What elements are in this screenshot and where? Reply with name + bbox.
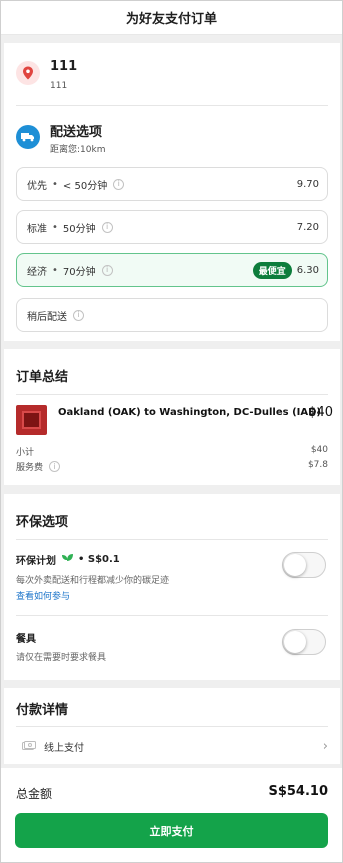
item-price: $40 (308, 405, 333, 420)
option-separator: • (52, 264, 58, 276)
cheapest-badge: 最便宜 (252, 261, 292, 279)
leaf-icon (62, 553, 73, 561)
divider (16, 539, 328, 540)
info-icon[interactable]: i (101, 264, 113, 276)
address-subtitle: 111 (50, 81, 68, 91)
delivery-option-standard[interactable]: 标准 • 50分钟 i 7.20 (16, 210, 328, 244)
info-icon[interactable]: i (101, 221, 113, 233)
pay-now-button[interactable]: 立即支付 (15, 813, 328, 848)
address-title: 111 (50, 59, 78, 74)
eco-plan-name: 环保计划 (16, 556, 56, 567)
divider (16, 394, 328, 395)
option-time: < 50分钟 (62, 180, 108, 192)
item-thumbnail (16, 405, 47, 435)
address-delivery-card: 111 111 配送选项 距离您:10km 优先 • < 50分钟 i 9.70… (4, 43, 340, 341)
divider (16, 726, 328, 727)
eco-plan-description: 每次外卖配送和行程都减少你的碳足迹 (16, 576, 170, 586)
delivery-option-later[interactable]: 稍后配送 i (16, 298, 328, 332)
cash-icon (22, 741, 36, 750)
tableware-description: 请仅在需要时要求餐具 (16, 653, 107, 663)
option-separator: • (52, 221, 58, 233)
service-fee-label-text: 服务费 (16, 463, 44, 473)
eco-plan-row: 环保计划 • S$0.1 (16, 552, 120, 567)
payment-method-label: 线上支付 (44, 742, 84, 754)
option-name: 优先 (27, 180, 47, 192)
option-price: 9.70 (296, 178, 319, 190)
order-summary-card: 订单总结 Oakland (OAK) to Washington, DC-Dul… (4, 349, 340, 485)
eco-plan-price: • S$0.1 (78, 554, 120, 565)
option-name: 标准 (27, 223, 47, 235)
tableware-name: 餐具 (16, 634, 36, 645)
divider (16, 105, 328, 106)
info-icon[interactable]: i (113, 178, 125, 190)
subtotal-label-text: 小计 (16, 448, 35, 458)
option-name: 稍后配送 (27, 311, 67, 323)
subtotal-label: 小计 (16, 445, 34, 458)
info-icon[interactable]: i (73, 309, 84, 321)
option-price: 7.20 (296, 221, 319, 233)
toggle-knob (284, 554, 306, 576)
delivery-option-economy[interactable]: 经济 • 70分钟 i 最便宜 6.30 (16, 253, 328, 287)
checkout-footer: 总金额 S$54.10 立即支付 (1, 768, 342, 862)
total-label: 总金额 (16, 787, 53, 801)
option-price: 6.30 (296, 264, 319, 276)
eco-options-card: 环保选项 环保计划 • S$0.1 每次外卖配送和行程都减少你的碳足迹 查看如何… (4, 494, 340, 680)
subtotal-value: $40 (310, 445, 328, 455)
payment-details-title: 付款详情 (16, 703, 69, 718)
total-value: S$54.10 (268, 784, 328, 799)
page-title: 为好友支付订单 (125, 12, 217, 27)
delivery-option-priority[interactable]: 优先 • < 50分钟 i 9.70 (16, 167, 328, 201)
info-icon[interactable]: i (49, 461, 61, 472)
eco-plan-link[interactable]: 查看如何参与 (16, 589, 70, 602)
option-time: 50分钟 (62, 223, 96, 235)
app-frame: 为好友支付订单 111 111 配送选项 距离您:10km 优先 • < 50分… (0, 0, 343, 863)
payment-details-card: 付款详情 线上支付 › (4, 688, 340, 764)
location-pin-icon (16, 61, 40, 85)
option-time: 70分钟 (62, 266, 96, 278)
delivery-distance: 距离您:10km (50, 145, 106, 155)
option-name: 经济 (27, 266, 47, 278)
payment-method-row[interactable]: 线上支付 › (16, 736, 328, 756)
eco-options-title: 环保选项 (16, 515, 69, 530)
item-name: Oakland (OAK) to Washington, DC-Dulles (… (58, 407, 321, 418)
eco-plan-toggle[interactable] (282, 552, 326, 578)
tableware-toggle[interactable] (282, 629, 326, 655)
option-separator: • (52, 178, 58, 190)
delivery-options-title: 配送选项 (50, 125, 103, 140)
chevron-right-icon: › (322, 738, 328, 754)
order-summary-title: 订单总结 (16, 370, 69, 385)
truck-icon (16, 125, 40, 149)
service-fee-value: $7.8 (307, 460, 328, 470)
divider (16, 615, 328, 616)
service-fee-label: 服务费 i (16, 460, 61, 473)
toggle-knob (284, 631, 306, 653)
page-header: 为好友支付订单 (1, 1, 342, 35)
